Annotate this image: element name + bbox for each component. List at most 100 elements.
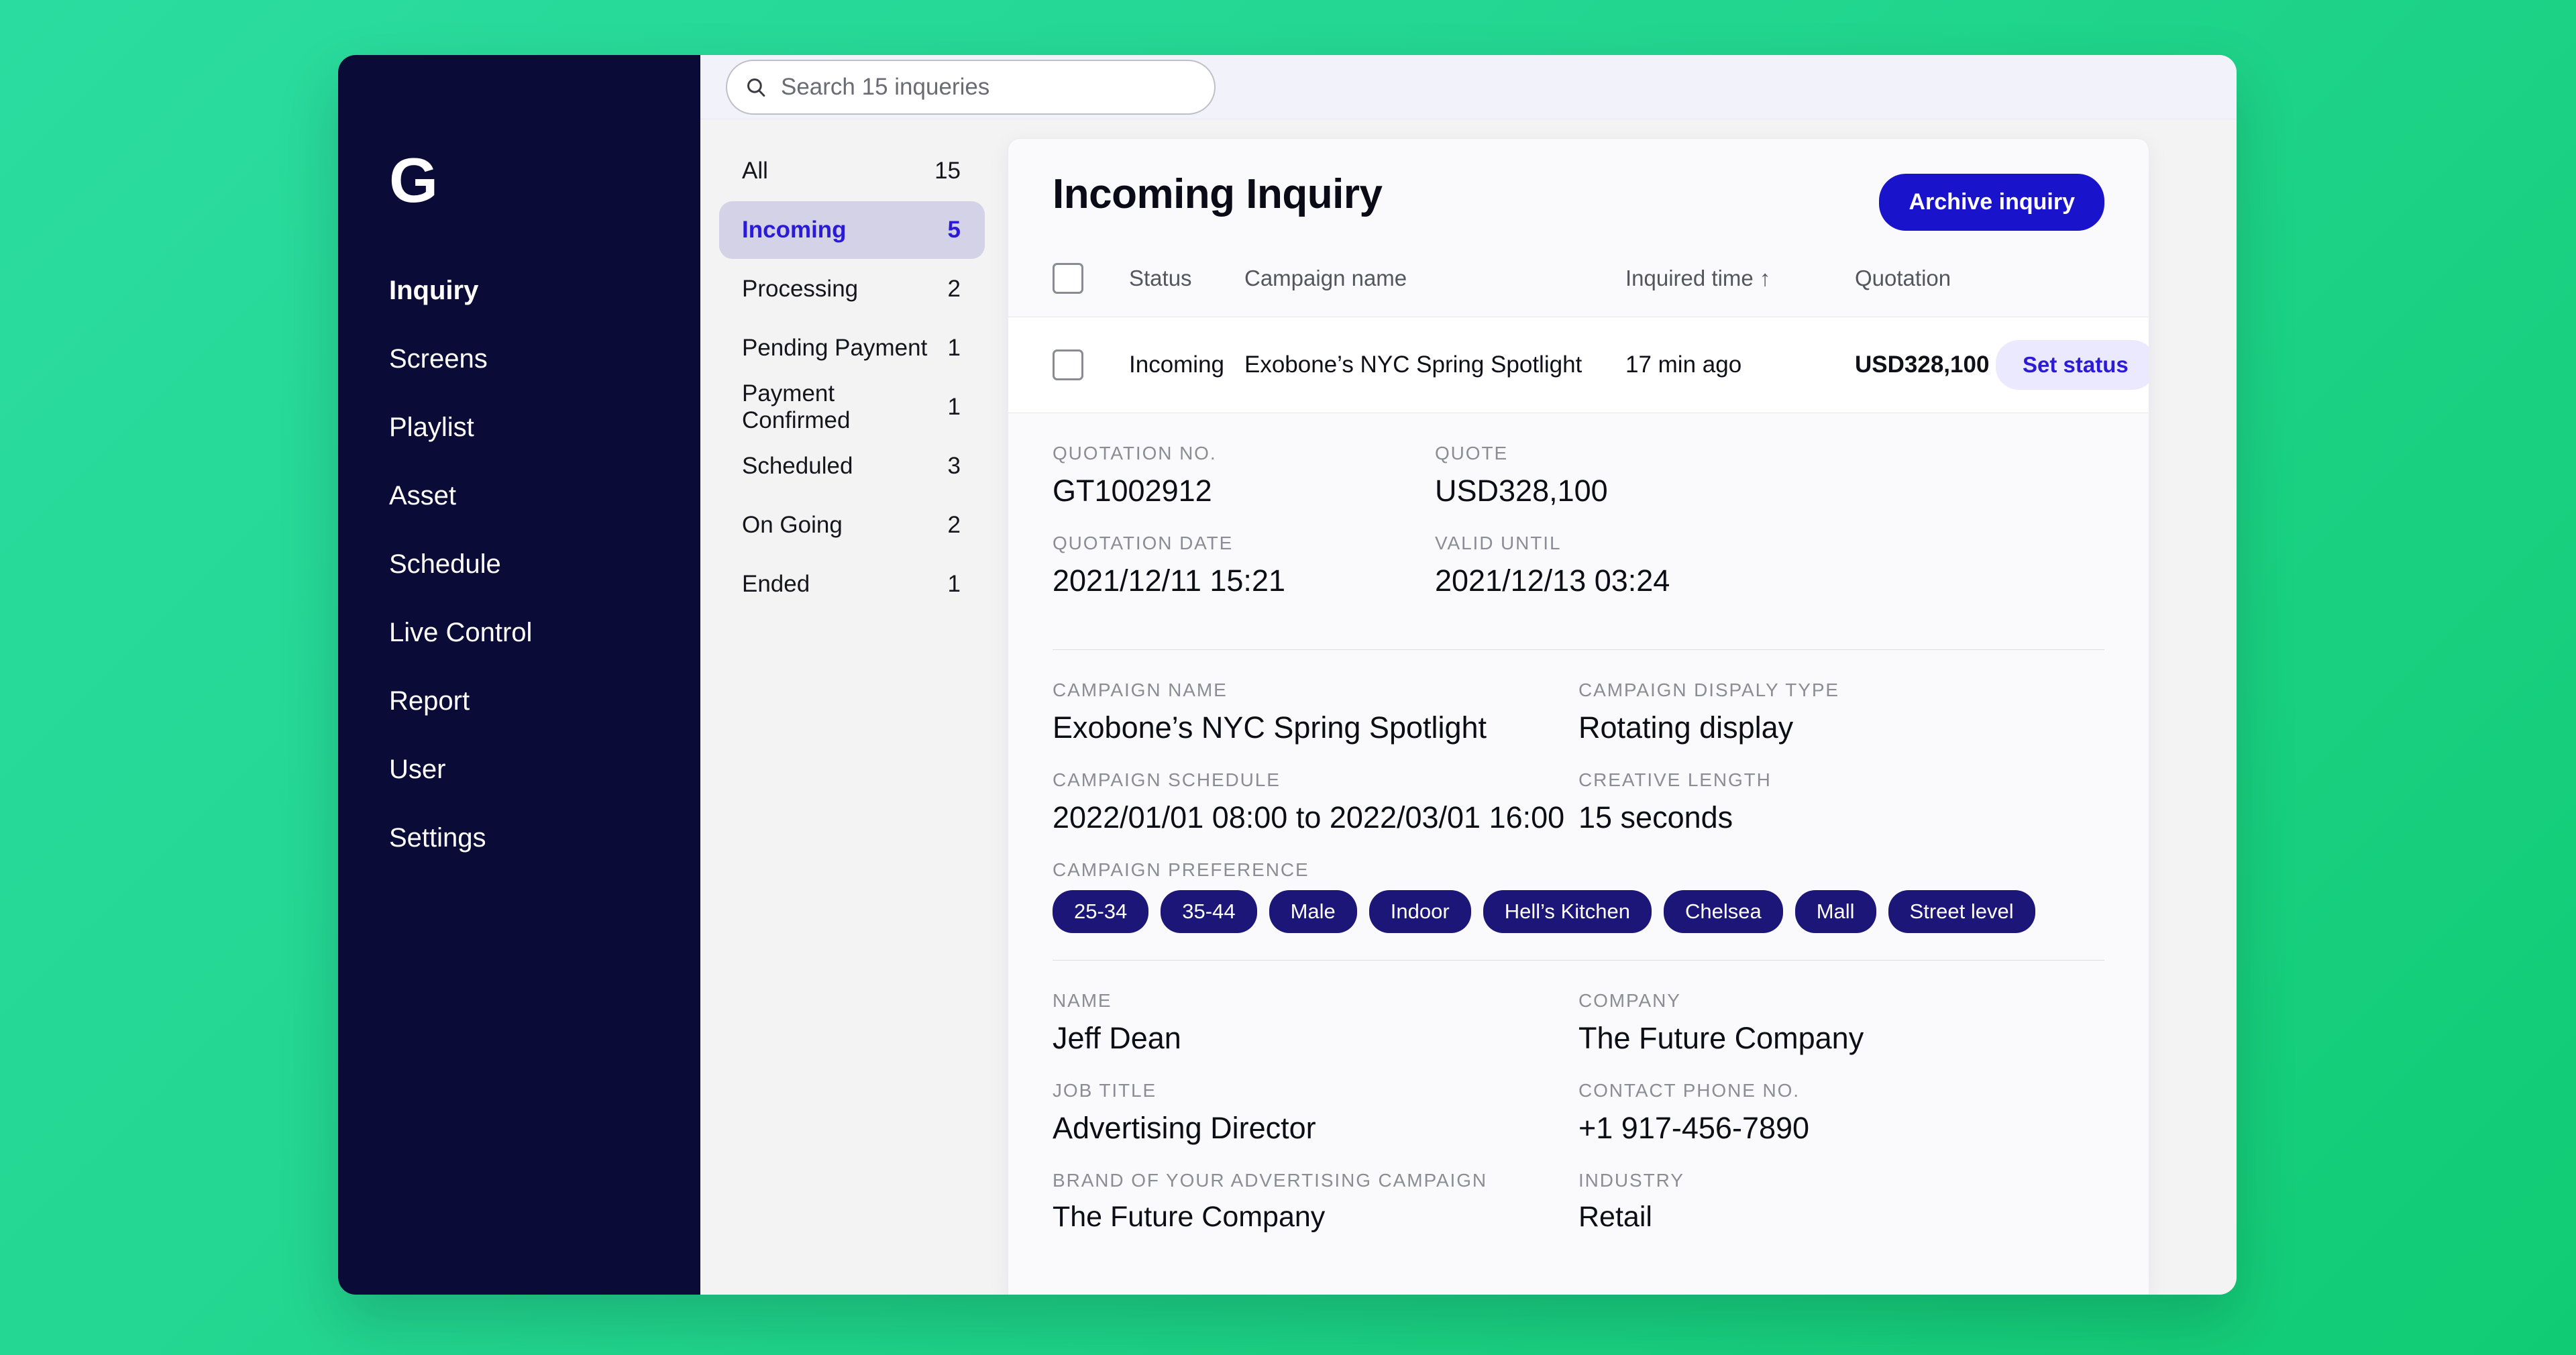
row-actions: Set status xyxy=(1996,340,2149,390)
preference-tag: Street level xyxy=(1888,890,2035,933)
field-label: CAMPAIGN PREFERENCE xyxy=(1053,859,2104,881)
filter-item-processing[interactable]: Processing 2 xyxy=(719,260,985,318)
filter-item-all[interactable]: All 15 xyxy=(719,142,985,200)
field-value: 2022/01/01 08:00 to 2022/03/01 16:00 xyxy=(1053,800,1578,835)
field-label: INDUSTRY xyxy=(1578,1170,2104,1191)
field-quotation-date: QUOTATION DATE 2021/12/11 15:21 xyxy=(1053,533,1435,598)
field-value: +1 917-456-7890 xyxy=(1578,1111,2104,1146)
search-input[interactable] xyxy=(781,74,1197,101)
column-header-inquired-time[interactable]: Inquired time ↑ xyxy=(1593,266,1815,291)
row-quotation: USD328,100 xyxy=(1815,351,1996,378)
sidebar-item-screens[interactable]: Screens xyxy=(338,325,700,393)
row-checkbox[interactable] xyxy=(1053,349,1083,380)
column-header-status[interactable]: Status xyxy=(1083,266,1244,291)
filter-item-payment-confirmed[interactable]: Payment Confirmed 1 xyxy=(719,378,985,436)
field-value: The Future Company xyxy=(1053,1201,1578,1234)
sidebar-item-asset[interactable]: Asset xyxy=(338,462,700,530)
inquiry-detail-card: Incoming Inquiry Archive inquiry Status … xyxy=(1008,138,2149,1295)
column-header-quotation[interactable]: Quotation xyxy=(1815,266,1996,291)
campaign-preference-tags: 25-34 35-44 Male Indoor Hell’s Kitchen C… xyxy=(1053,890,2104,933)
sidebar-item-playlist[interactable]: Playlist xyxy=(338,393,700,462)
field-value: Jeff Dean xyxy=(1053,1021,1578,1056)
filter-label: Processing xyxy=(742,276,858,303)
field-value: Rotating display xyxy=(1578,710,2104,745)
filter-item-pending-payment[interactable]: Pending Payment 1 xyxy=(719,319,985,377)
filter-count: 2 xyxy=(948,512,961,539)
sidebar-item-user[interactable]: User xyxy=(338,735,700,804)
field-job-title: JOB TITLE Advertising Director xyxy=(1053,1080,1578,1146)
field-label: VALID UNTIL xyxy=(1435,533,2104,554)
field-value: Exobone’s NYC Spring Spotlight xyxy=(1053,710,1578,745)
column-header-campaign-name[interactable]: Campaign name xyxy=(1244,266,1593,291)
field-label: CAMPAIGN NAME xyxy=(1053,680,1578,701)
sidebar-item-live-control[interactable]: Live Control xyxy=(338,598,700,667)
row-campaign-name: Exobone’s NYC Spring Spotlight xyxy=(1244,351,1593,378)
field-value: Advertising Director xyxy=(1053,1111,1578,1146)
field-value: 2021/12/11 15:21 xyxy=(1053,563,1435,598)
inquiry-detail-body: QUOTATION NO. GT1002912 QUOTE USD328,100… xyxy=(1008,413,2149,1285)
filter-count: 1 xyxy=(948,571,961,598)
field-name: NAME Jeff Dean xyxy=(1053,990,1578,1056)
field-label: BRAND OF YOUR ADVERTISING CAMPAIGN xyxy=(1053,1170,1578,1191)
preference-tag: Male xyxy=(1269,890,1357,933)
app-window: G Inquiry Screens Playlist Asset Schedul… xyxy=(338,55,2237,1295)
filter-label: Payment Confirmed xyxy=(742,380,948,434)
preference-tag: Chelsea xyxy=(1664,890,1783,933)
field-value: USD328,100 xyxy=(1435,474,2104,508)
filter-label: Ended xyxy=(742,571,810,598)
filter-list: All 15 Incoming 5 Processing 2 Pending P… xyxy=(700,119,1004,1295)
sidebar-nav: Inquiry Screens Playlist Asset Schedule … xyxy=(338,256,700,872)
field-label: QUOTATION DATE xyxy=(1053,533,1435,554)
filter-item-scheduled[interactable]: Scheduled 3 xyxy=(719,437,985,495)
campaign-section: CAMPAIGN NAME Exobone’s NYC Spring Spotl… xyxy=(1053,650,2104,961)
sidebar: G Inquiry Screens Playlist Asset Schedul… xyxy=(338,55,700,1295)
sidebar-item-settings[interactable]: Settings xyxy=(338,804,700,872)
filter-count: 2 xyxy=(948,276,961,303)
archive-inquiry-button[interactable]: Archive inquiry xyxy=(1879,174,2104,231)
filter-count: 5 xyxy=(948,217,961,243)
field-campaign-preference: CAMPAIGN PREFERENCE 25-34 35-44 Male Ind… xyxy=(1053,859,2104,933)
field-contact-phone: CONTACT PHONE NO. +1 917-456-7890 xyxy=(1578,1080,2104,1146)
table-row[interactable]: Incoming Exobone’s NYC Spring Spotlight … xyxy=(1008,317,2149,413)
sidebar-item-report[interactable]: Report xyxy=(338,667,700,735)
field-label: JOB TITLE xyxy=(1053,1080,1578,1101)
field-label: NAME xyxy=(1053,990,1578,1012)
field-valid-until: VALID UNTIL 2021/12/13 03:24 xyxy=(1435,533,2104,622)
card-header: Incoming Inquiry Archive inquiry xyxy=(1008,139,2149,231)
set-status-button[interactable]: Set status xyxy=(1996,340,2149,390)
sidebar-item-inquiry[interactable]: Inquiry xyxy=(338,256,700,325)
main-area: All 15 Incoming 5 Processing 2 Pending P… xyxy=(700,55,2237,1295)
field-label: COMPANY xyxy=(1578,990,2104,1012)
filter-item-ended[interactable]: Ended 1 xyxy=(719,555,985,613)
content-row: All 15 Incoming 5 Processing 2 Pending P… xyxy=(700,119,2237,1295)
field-value: 15 seconds xyxy=(1578,800,2104,835)
select-all-checkbox[interactable] xyxy=(1053,263,1083,294)
filter-item-incoming[interactable]: Incoming 5 xyxy=(719,201,985,259)
field-value: GT1002912 xyxy=(1053,474,1435,508)
quotation-section: QUOTATION NO. GT1002912 QUOTE USD328,100… xyxy=(1053,413,2104,650)
field-industry: INDUSTRY Retail xyxy=(1578,1170,2104,1258)
search-box[interactable] xyxy=(726,60,1216,115)
row-status: Incoming xyxy=(1083,351,1244,378)
field-value: The Future Company xyxy=(1578,1021,2104,1056)
field-label: CREATIVE LENGTH xyxy=(1578,769,2104,791)
field-value: Retail xyxy=(1578,1201,2104,1234)
filter-label: Pending Payment xyxy=(742,335,927,362)
filter-label: All xyxy=(742,158,768,184)
preference-tag: Indoor xyxy=(1369,890,1471,933)
field-label: QUOTE xyxy=(1435,443,2104,464)
preference-tag: 35-44 xyxy=(1161,890,1256,933)
sidebar-item-schedule[interactable]: Schedule xyxy=(338,530,700,598)
field-campaign-name: CAMPAIGN NAME Exobone’s NYC Spring Spotl… xyxy=(1053,680,1578,745)
field-quote: QUOTE USD328,100 xyxy=(1435,443,2104,508)
topbar xyxy=(700,55,2237,119)
field-value: 2021/12/13 03:24 xyxy=(1435,563,2104,598)
filter-item-on-going[interactable]: On Going 2 xyxy=(719,496,985,554)
filter-label: Incoming xyxy=(742,217,847,243)
field-company: COMPANY The Future Company xyxy=(1578,990,2104,1056)
field-creative-length: CREATIVE LENGTH 15 seconds xyxy=(1578,769,2104,859)
preference-tag: 25-34 xyxy=(1053,890,1148,933)
detail-wrap: Incoming Inquiry Archive inquiry Status … xyxy=(1004,119,2237,1295)
field-label: QUOTATION NO. xyxy=(1053,443,1435,464)
filter-label: Scheduled xyxy=(742,453,853,480)
